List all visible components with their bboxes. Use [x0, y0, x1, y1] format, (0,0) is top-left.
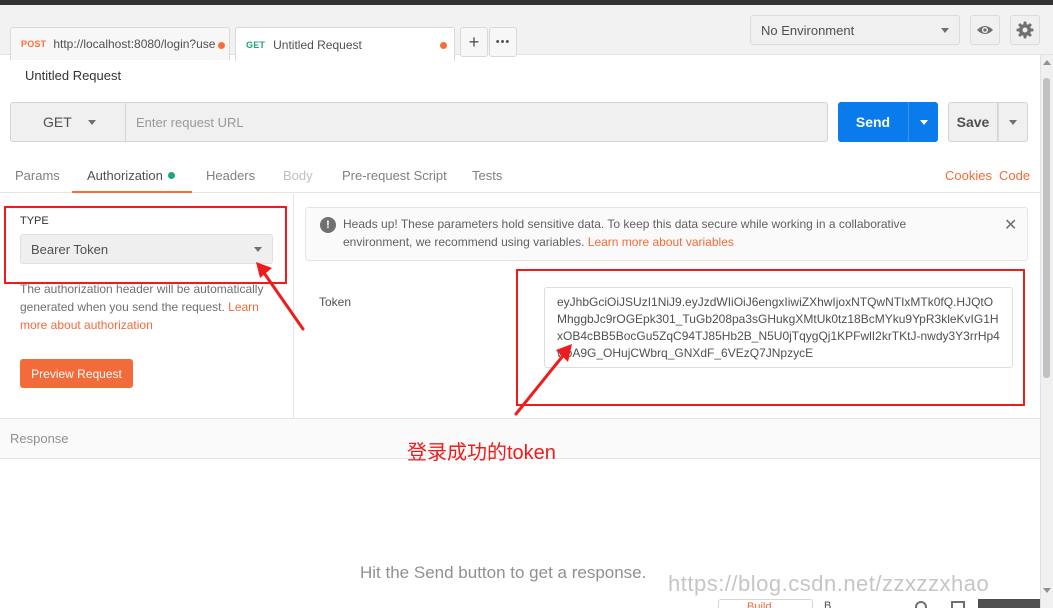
arrowhead-icon [256, 262, 272, 278]
annotation-arrow-token [514, 350, 568, 416]
annotation-caption: 登录成功的token [407, 442, 556, 464]
watermark: https://blog.csdn.net/zzxzzxhao [668, 571, 990, 596]
annotation-arrow-auth [260, 268, 305, 331]
annotation-arrows [256, 262, 572, 416]
